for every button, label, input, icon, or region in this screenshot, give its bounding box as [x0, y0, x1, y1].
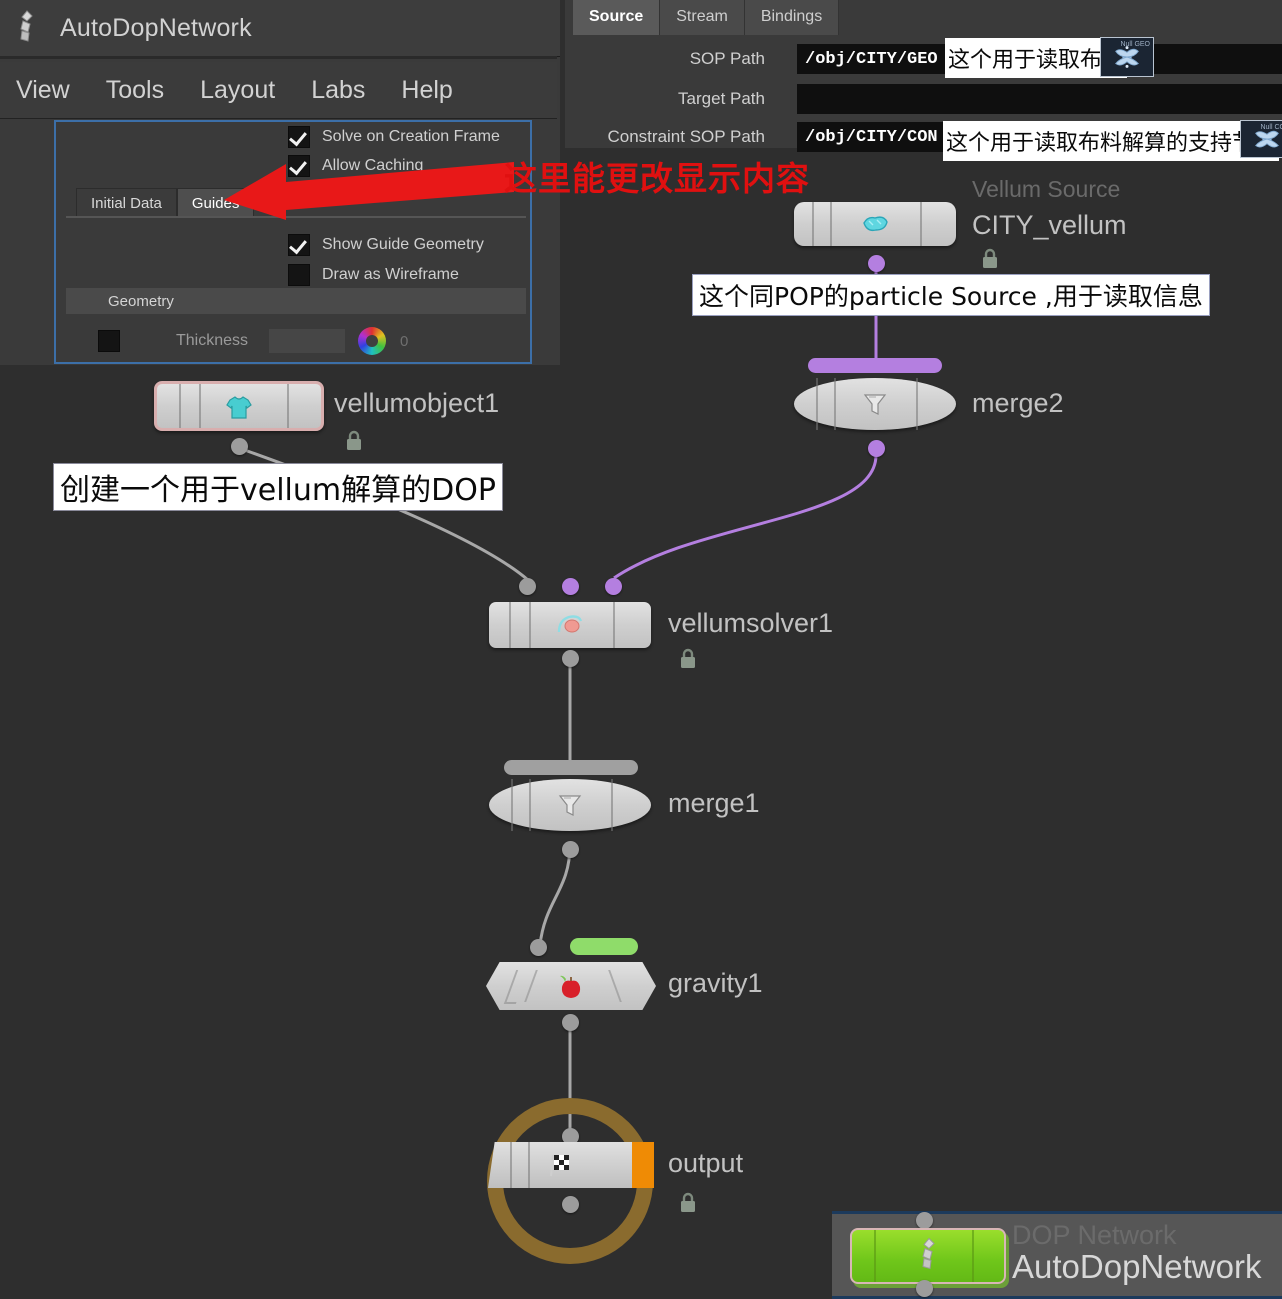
node-input-port-1[interactable] [562, 578, 579, 595]
menu-view[interactable]: View [16, 76, 70, 105]
vellum-source-icon [860, 211, 890, 237]
checkbox-box[interactable] [288, 126, 310, 148]
node-input-port[interactable] [530, 939, 547, 956]
node-name-label: output [668, 1148, 744, 1178]
menu-layout[interactable]: Layout [200, 76, 275, 105]
checkbox-box[interactable] [288, 264, 310, 286]
row-sop-path: SOP Path /obj/CITY/GEO [565, 44, 1282, 74]
dop-network-strip[interactable]: DOP Network AutoDopNetwork [832, 1211, 1282, 1299]
merge2-input-flag [808, 358, 942, 373]
lock-icon[interactable] [980, 248, 1000, 270]
gravity-apple-icon [556, 973, 586, 999]
dop-output-port[interactable] [916, 1280, 933, 1297]
constraint-sop-path-value: /obj/CITY/CON [805, 127, 938, 147]
dop-network-node-body[interactable] [850, 1228, 1006, 1284]
node-body[interactable] [489, 779, 651, 831]
output-render-flag[interactable] [632, 1142, 654, 1188]
constraint-sop-path-label: Constraint SOP Path [607, 127, 766, 146]
node-body[interactable] [794, 202, 956, 246]
target-path-label: Target Path [678, 89, 765, 108]
node-type-label: Vellum Source [972, 176, 1121, 202]
lock-icon[interactable] [678, 1192, 698, 1214]
node-output-port[interactable] [562, 1196, 579, 1213]
annotation-constraint-note: 这个用于读取布料解算的支持节点 [943, 121, 1280, 161]
vellum-tshirt-icon [224, 393, 254, 419]
checkbox-label: Solve on Creation Frame [322, 128, 500, 145]
menu-help[interactable]: Help [401, 76, 452, 105]
checkbox-label: Show Guide Geometry [322, 236, 484, 253]
tab-source[interactable]: Source [573, 0, 661, 35]
dop-input-port[interactable] [916, 1212, 933, 1229]
node-name-label: merge2 [972, 388, 1064, 418]
node-output-port[interactable] [868, 440, 885, 457]
node-body[interactable] [489, 602, 651, 648]
node-name-label: vellumobject1 [334, 388, 500, 418]
color-wheel-icon[interactable] [358, 327, 387, 355]
gravity1-bypass-flag[interactable] [570, 938, 638, 955]
node-output-port[interactable] [562, 650, 579, 667]
thickness-label: Thickness [176, 332, 249, 349]
thickness-input[interactable] [268, 328, 347, 354]
node-name-label: vellumsolver1 [668, 608, 834, 638]
sop-path-label: SOP Path [689, 49, 765, 68]
merge1-input-flag [504, 760, 638, 775]
menu-labs[interactable]: Labs [311, 76, 365, 105]
null-geo-thumbnail: Null GEO [1100, 37, 1154, 77]
node-body[interactable] [488, 1142, 654, 1188]
target-path-input[interactable] [797, 84, 1282, 114]
vellum-solver-icon [555, 612, 585, 638]
row-thickness: Thickness 0 [66, 326, 526, 356]
dop-network-name-label: AutoDopNetwork [1012, 1248, 1262, 1285]
merge-funnel-icon [860, 391, 890, 417]
node-name-label: merge1 [668, 788, 760, 818]
node-output-port[interactable] [562, 1014, 579, 1031]
node-name-label: gravity1 [668, 968, 763, 998]
checkbox-label: Draw as Wireframe [322, 266, 459, 283]
window-title-bar[interactable]: AutoDopNetwork [0, 0, 560, 57]
section-header-geometry: Geometry [66, 288, 526, 314]
node-output-port[interactable] [868, 255, 885, 272]
node-body[interactable] [486, 962, 656, 1010]
red-arrow-annotation [224, 162, 514, 220]
null-geo-thumb-label: Null GEO [1120, 41, 1150, 48]
title-divider [0, 56, 557, 59]
thickness-value: 0 [400, 332, 409, 350]
tab-bindings[interactable]: Bindings [744, 0, 840, 35]
checkbox-show-guide-geometry[interactable]: Show Guide Geometry [288, 234, 484, 256]
checkbox-draw-as-wireframe[interactable]: Draw as Wireframe [288, 264, 459, 286]
null-con-thumb-label: Null CON [1260, 124, 1282, 131]
tab-initial-data[interactable]: Initial Data [76, 188, 177, 218]
menu-tools[interactable]: Tools [106, 76, 164, 105]
annotation-vellumobject-note: 创建一个用于vellum解算的DOP [53, 463, 503, 511]
node-name-label: CITY_vellum [972, 210, 1127, 240]
thickness-checkbox[interactable] [98, 330, 120, 352]
node-body[interactable] [154, 381, 324, 431]
tab-stream[interactable]: Stream [660, 0, 745, 35]
checkered-flag-icon [546, 1152, 576, 1178]
checkbox-solve-on-creation-frame[interactable]: Solve on Creation Frame [288, 126, 500, 148]
window-title: AutoDopNetwork [60, 13, 252, 42]
merge-funnel-icon [555, 792, 585, 818]
dop-network-type-label: DOP Network [1012, 1220, 1177, 1250]
sop-path-value: /obj/CITY/GEO [805, 49, 938, 69]
lock-icon[interactable] [344, 430, 364, 452]
node-body[interactable] [794, 378, 956, 430]
parameter-tab-bar[interactable]: Source Stream Bindings [573, 0, 840, 35]
section-header-label: Geometry [108, 292, 174, 310]
lock-icon[interactable] [678, 648, 698, 670]
annotation-red-text: 这里能更改显示内容 [504, 159, 810, 198]
annotation-vellum-source-note: 这个同POP的particle Source ,用于读取信息 [692, 274, 1210, 316]
node-output-port[interactable] [231, 438, 248, 455]
node-output-port[interactable] [562, 841, 579, 858]
node-input-port-0[interactable] [519, 578, 536, 595]
null-con-thumbnail: Null CON [1240, 120, 1282, 158]
dop-network-icon [14, 9, 48, 47]
node-input-port-2[interactable] [605, 578, 622, 595]
checkbox-box[interactable] [288, 234, 310, 256]
menu-bar[interactable]: View Tools Layout Labs Help [0, 62, 557, 119]
row-target-path: Target Path [565, 84, 1282, 114]
dop-network-icon [916, 1237, 940, 1276]
